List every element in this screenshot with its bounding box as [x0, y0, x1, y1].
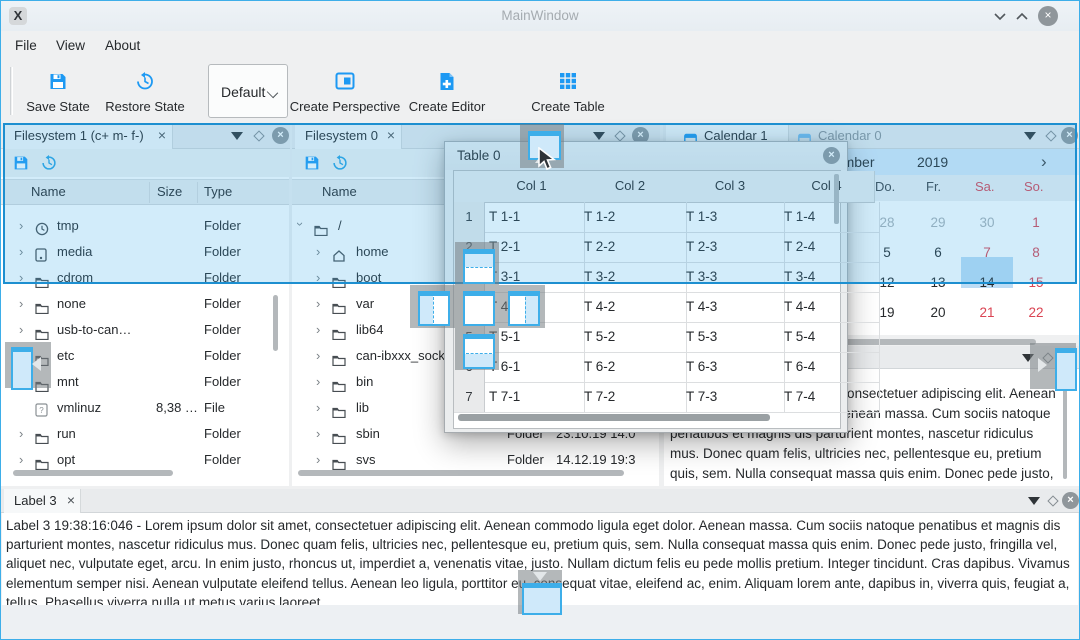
main-window: X MainWindow × File View About Save Stat… — [0, 0, 1080, 640]
chevron-down-icon — [267, 87, 278, 98]
table-cell[interactable]: T 5-3 — [681, 322, 785, 353]
table-cell[interactable]: T 7-4 — [779, 382, 880, 413]
table-cell[interactable]: T 6-2 — [579, 352, 687, 383]
table-cell[interactable]: T 5-4 — [779, 322, 880, 353]
svg-text:?: ? — [39, 406, 44, 415]
label3-tabbar: Label 3 × × — [1, 489, 1079, 513]
perspective-dropdown[interactable]: Default — [208, 64, 288, 118]
window-title: MainWindow — [1, 1, 1079, 31]
drop-icon-area-right — [508, 291, 540, 326]
tab-close-icon[interactable]: × — [67, 489, 75, 515]
drop-icon-right — [1055, 348, 1077, 391]
label3-float-icon[interactable] — [1047, 495, 1058, 506]
create-table-label: Create Table — [528, 99, 608, 114]
table-row[interactable]: ?vmlinuz8,38 …File — [1, 395, 289, 421]
table-cell[interactable]: T 6-4 — [779, 352, 880, 383]
perspective-icon — [335, 72, 355, 93]
arrow-right-icon — [1038, 358, 1047, 372]
minimize-icon[interactable] — [993, 11, 1007, 21]
table-cell[interactable]: T 4-2 — [579, 292, 687, 323]
table-cell[interactable]: T 4-3 — [681, 292, 785, 323]
table-row[interactable]: ›runFolder — [1, 421, 289, 447]
save-icon — [49, 72, 68, 94]
arrow-left-icon — [32, 357, 41, 371]
drop-icon-area-bottom — [463, 334, 495, 369]
calendar-day[interactable]: 22 — [1011, 298, 1061, 328]
table-cell[interactable]: T 6-3 — [681, 352, 785, 383]
window-titlebar[interactable]: X MainWindow × — [1, 1, 1079, 31]
table-row[interactable]: ›noneFolder — [1, 291, 289, 317]
table-row[interactable]: ›usb-to-can…Folder — [1, 317, 289, 343]
table-cell[interactable]: T 4-4 — [779, 292, 880, 323]
save-state-label: Save State — [18, 99, 98, 114]
menu-view[interactable]: View — [56, 31, 85, 61]
label3-close-icon[interactable]: × — [1062, 492, 1079, 509]
menu-about[interactable]: About — [105, 31, 140, 61]
tab-label-3[interactable]: Label 3 × — [4, 489, 81, 513]
create-editor-button[interactable]: Create Editor — [407, 63, 487, 119]
create-table-button[interactable]: Create Table — [528, 63, 608, 119]
text-vscrollbar[interactable] — [1063, 387, 1067, 479]
drop-icon-bottom — [522, 583, 562, 615]
fs1-hscrollbar[interactable] — [13, 470, 173, 476]
table0-hscrollbar[interactable] — [458, 414, 770, 421]
restore-state-label: Restore State — [99, 99, 191, 114]
create-editor-label: Create Editor — [407, 99, 487, 114]
create-perspective-button[interactable]: Create Perspective — [289, 63, 401, 119]
menu-file[interactable]: File — [15, 31, 37, 61]
maximize-icon[interactable] — [1015, 11, 1029, 21]
drop-icon-area-left — [418, 291, 450, 326]
tab-label-3-label: Label 3 — [14, 489, 57, 513]
drop-icon-area-center — [463, 291, 495, 326]
restore-icon — [136, 72, 155, 94]
window-close-icon[interactable]: × — [1038, 6, 1058, 26]
fs1-vscrollbar[interactable] — [273, 295, 278, 351]
table-cell[interactable]: T 6-1 — [484, 352, 585, 383]
fs0-hscrollbar[interactable] — [298, 470, 624, 476]
restore-state-button[interactable]: Restore State — [99, 63, 191, 119]
editor-icon — [439, 72, 456, 94]
calendar-day[interactable]: 21 — [962, 298, 1012, 328]
perspective-dropdown-value: Default — [221, 65, 265, 119]
table-cell[interactable]: T 7-2 — [579, 382, 687, 413]
arrow-down-icon — [533, 572, 547, 581]
table-icon — [559, 72, 577, 93]
drop-icon-area-top — [463, 249, 495, 284]
table-cell[interactable]: T 7-1 — [484, 382, 585, 413]
toolbar-separator — [10, 67, 13, 115]
row-header[interactable]: 7 — [454, 382, 485, 413]
calendar-day[interactable]: 20 — [913, 298, 963, 328]
panel-label-3: Label 3 × × Label 3 19:38:16:046 - Lorem… — [1, 489, 1079, 639]
mouse-cursor — [536, 147, 558, 173]
create-perspective-label: Create Perspective — [289, 99, 401, 114]
save-state-button[interactable]: Save State — [18, 63, 98, 119]
table-cell[interactable]: T 5-2 — [579, 322, 687, 353]
drop-icon-left — [11, 347, 33, 390]
label3-menu-icon[interactable] — [1028, 497, 1040, 505]
table-cell[interactable]: T 7-3 — [681, 382, 785, 413]
